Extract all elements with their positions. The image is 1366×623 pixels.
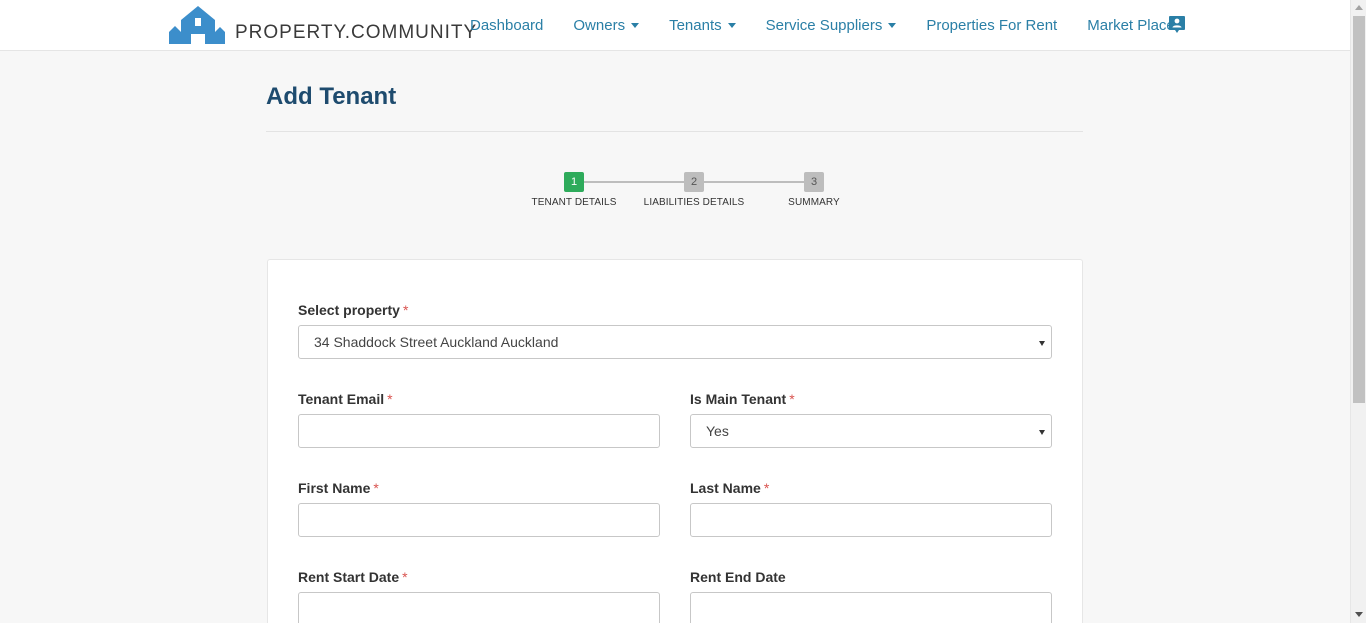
rent-start-date-input[interactable] <box>298 592 660 623</box>
header-divider <box>266 131 1083 132</box>
rent-end-date-label-text: Rent End Date <box>690 569 786 585</box>
brand-logo[interactable]: PROPERTY.COMMUNITY <box>169 4 477 44</box>
is-main-tenant-dropdown[interactable]: Yes <box>690 414 1052 448</box>
nav-dashboard[interactable]: Dashboard <box>455 17 558 34</box>
is-main-tenant-label-text: Is Main Tenant <box>690 391 787 407</box>
first-name-label: First Name * <box>298 480 379 496</box>
required-marker: * <box>789 391 795 407</box>
tenant-email-label-text: Tenant Email <box>298 391 385 407</box>
step-1-label: TENANT DETAILS <box>531 197 617 208</box>
rent-end-date-input[interactable] <box>690 592 1052 623</box>
step-2-label: LIABILITIES DETAILS <box>643 197 745 208</box>
nav-owners[interactable]: Owners <box>558 17 654 34</box>
required-marker: * <box>402 302 409 318</box>
scroll-up-arrow-icon[interactable] <box>1355 5 1363 10</box>
select-property-label-text: Select property <box>298 302 400 318</box>
nav-service-suppliers[interactable]: Service Suppliers <box>751 17 912 34</box>
step-3-box[interactable]: 3 <box>804 172 824 192</box>
step-2-box[interactable]: 2 <box>684 172 704 192</box>
rent-start-date-label: Rent Start Date * <box>298 569 408 585</box>
dropdown-arrow-icon <box>1039 430 1045 435</box>
dropdown-arrow-icon <box>1039 341 1045 346</box>
step-connector <box>704 181 804 183</box>
main-nav: Dashboard Owners Tenants Service Supplie… <box>455 0 1190 50</box>
required-marker: * <box>373 480 379 496</box>
tenant-email-input[interactable] <box>298 414 660 448</box>
first-name-input[interactable] <box>298 503 660 537</box>
caret-down-icon <box>727 22 736 28</box>
rent-end-date-label: Rent End Date <box>690 569 786 585</box>
contact-card-icon[interactable] <box>1169 16 1185 33</box>
top-navbar: PROPERTY.COMMUNITY Dashboard Owners Tena… <box>0 0 1350 51</box>
step-1-box[interactable]: 1 <box>564 172 584 192</box>
tenant-email-label: Tenant Email * <box>298 391 393 407</box>
required-marker: * <box>402 569 408 585</box>
caret-down-icon <box>631 22 640 28</box>
nav-market-place-label: Market Place <box>1087 16 1175 34</box>
last-name-label: Last Name * <box>690 480 769 496</box>
select-property-label: Select property * <box>298 302 408 318</box>
select-property-dropdown[interactable]: 34 Shaddock Street Auckland Auckland <box>298 325 1052 359</box>
is-main-tenant-label: Is Main Tenant * <box>690 391 795 407</box>
nav-owners-label: Owners <box>573 16 626 34</box>
nav-service-suppliers-label: Service Suppliers <box>765 16 883 34</box>
scroll-down-arrow-icon[interactable] <box>1355 612 1363 617</box>
nav-tenants[interactable]: Tenants <box>654 17 751 34</box>
required-marker: * <box>763 480 770 496</box>
house-logo-icon <box>169 6 225 44</box>
last-name-label-text: Last Name <box>690 480 761 496</box>
first-name-label-text: First Name <box>298 480 371 496</box>
nav-properties-for-rent[interactable]: Properties For Rent <box>911 17 1072 34</box>
rent-start-date-label-text: Rent Start Date <box>298 569 400 585</box>
required-marker: * <box>387 391 393 407</box>
page-title: Add Tenant <box>266 83 397 110</box>
step-3-label: SUMMARY <box>788 197 840 208</box>
nav-dashboard-label: Dashboard <box>470 16 544 34</box>
caret-down-icon <box>888 22 897 28</box>
brand-name: PROPERTY.COMMUNITY <box>235 22 478 43</box>
scrollbar-thumb[interactable] <box>1353 16 1365 403</box>
nav-tenants-label: Tenants <box>669 16 722 34</box>
step-connector <box>584 181 684 183</box>
nav-properties-for-rent-label: Properties For Rent <box>926 16 1058 34</box>
select-property-value: 34 Shaddock Street Auckland Auckland <box>314 334 559 350</box>
is-main-tenant-value: Yes <box>706 423 729 439</box>
last-name-input[interactable] <box>690 503 1052 537</box>
vertical-scrollbar[interactable] <box>1350 0 1366 623</box>
